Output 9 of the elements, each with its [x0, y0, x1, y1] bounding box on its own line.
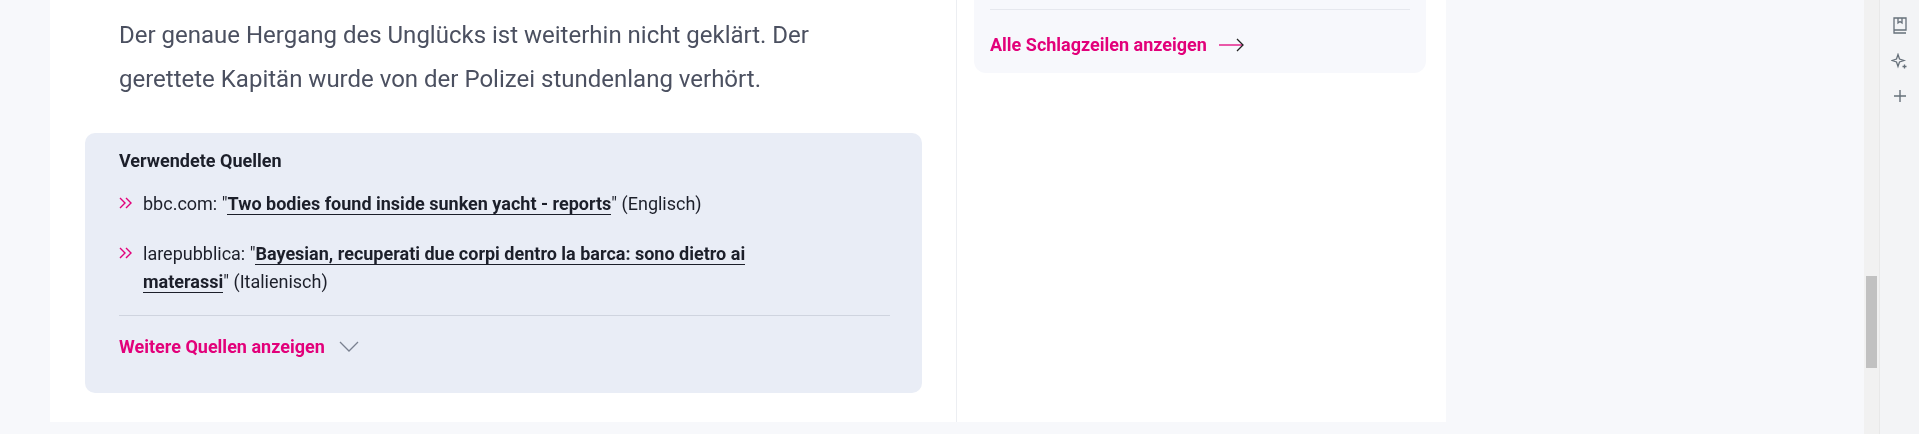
- sources-heading: Verwendete Quellen: [119, 149, 283, 173]
- more-sources-link[interactable]: Weitere Quellen anzeigen: [119, 333, 359, 360]
- all-headlines-link[interactable]: Alle Schlagzeilen anzeigen: [990, 31, 1244, 58]
- source-link[interactable]: materassi: [143, 271, 224, 293]
- source-entry: bbc.com: "Two bodies found inside sunken yacht - reports" (Englisch): [143, 192, 703, 217]
- source-entry: larepubblica: "Bayesian, recuperati due corpi dentro la barca: sono dietro ai materassi" (Italienisch): [143, 242, 747, 295]
- source-link[interactable]: Two bodies found inside sunken yacht - reports: [227, 193, 612, 215]
- article-paragraph: Der genaue Hergang des Unglücks ist weiterhin nicht geklärt. Der gerettete Kapitän wurde von der Polizei stundenlang verhört.: [119, 20, 810, 95]
- source-link[interactable]: Bayesian, recuperati due corpi dentro la barca: sono dietro ai: [255, 243, 746, 265]
